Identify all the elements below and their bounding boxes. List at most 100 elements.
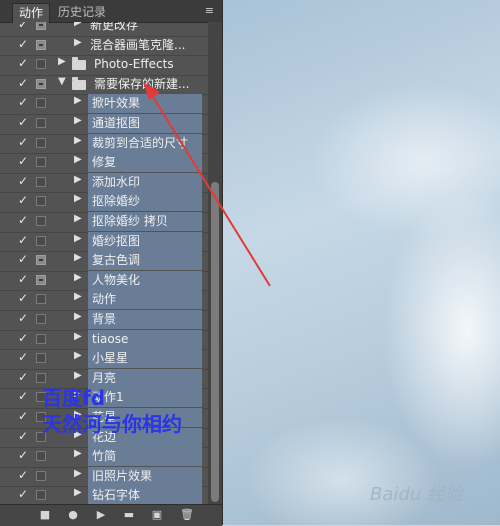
action-row[interactable]: ✓ ▶ 背景 <box>0 310 208 331</box>
toggle-checkmark-icon[interactable]: ✓ <box>16 193 30 207</box>
stop-icon[interactable]: ■ <box>38 508 52 521</box>
expand-right-icon[interactable]: ▶ <box>74 115 82 126</box>
dialog-toggle-icon[interactable] <box>36 22 46 30</box>
action-row[interactable]: ✓ ▶ 复古色调 <box>0 251 208 272</box>
record-icon[interactable]: ● <box>66 508 80 521</box>
action-row[interactable]: ✓ ▶ 裁剪到合适的尺寸 <box>0 133 208 155</box>
dialog-toggle-icon[interactable] <box>36 353 46 364</box>
expand-right-icon[interactable]: ▶ <box>58 56 66 67</box>
scrollbar-thumb[interactable] <box>211 182 219 502</box>
expand-right-icon[interactable]: ▶ <box>74 135 82 146</box>
dialog-toggle-icon[interactable] <box>36 137 46 148</box>
action-row[interactable]: ✓ ▶ Photo-Effects <box>0 55 208 76</box>
expand-right-icon[interactable]: ▶ <box>74 291 82 302</box>
dialog-toggle-icon[interactable] <box>36 176 46 187</box>
toggle-checkmark-icon[interactable]: ✓ <box>16 252 30 266</box>
toggle-checkmark-icon[interactable]: ✓ <box>16 350 30 364</box>
action-row[interactable]: ✓ ▶ 小星星 <box>0 349 208 370</box>
action-row[interactable]: ✓ ▶ 婚纱抠图 <box>0 231 208 253</box>
toggle-checkmark-icon[interactable]: ✓ <box>16 76 30 90</box>
dialog-toggle-icon[interactable] <box>36 490 46 501</box>
dialog-toggle-icon[interactable] <box>36 274 46 285</box>
dialog-toggle-icon[interactable] <box>36 39 46 50</box>
expand-down-icon[interactable]: ▼ <box>58 76 66 87</box>
expand-right-icon[interactable]: ▶ <box>74 252 82 263</box>
toggle-checkmark-icon[interactable]: ✓ <box>16 174 30 188</box>
toggle-checkmark-icon[interactable]: ✓ <box>16 22 30 31</box>
toggle-checkmark-icon[interactable]: ✓ <box>16 37 30 51</box>
toggle-checkmark-icon[interactable]: ✓ <box>16 370 30 384</box>
expand-right-icon[interactable]: ▶ <box>74 37 82 48</box>
action-row[interactable]: ✓ ▶ 新更改存 <box>0 22 208 37</box>
dialog-toggle-icon[interactable] <box>36 157 46 168</box>
expand-right-icon[interactable]: ▶ <box>74 350 82 361</box>
dialog-toggle-icon[interactable] <box>36 294 46 305</box>
expand-right-icon[interactable]: ▶ <box>74 193 82 204</box>
action-row[interactable]: ✓ ▶ 人物美化 <box>0 270 208 292</box>
toggle-checkmark-icon[interactable]: ✓ <box>16 115 30 129</box>
toggle-checkmark-icon[interactable]: ✓ <box>16 272 30 286</box>
toggle-checkmark-icon[interactable]: ✓ <box>16 311 30 325</box>
panel-menu-icon[interactable]: ≡ <box>205 4 214 17</box>
toggle-checkmark-icon[interactable]: ✓ <box>16 154 30 168</box>
toggle-checkmark-icon[interactable]: ✓ <box>16 331 30 345</box>
action-row[interactable]: ✓ ▶ 通道抠图 <box>0 114 208 135</box>
dialog-toggle-icon[interactable] <box>36 59 46 70</box>
toggle-checkmark-icon[interactable]: ✓ <box>16 487 30 501</box>
dialog-toggle-icon[interactable] <box>36 314 46 324</box>
expand-right-icon[interactable]: ▶ <box>74 487 82 498</box>
dialog-toggle-icon[interactable] <box>36 98 46 109</box>
toggle-checkmark-icon[interactable]: ✓ <box>16 95 30 109</box>
scrollbar[interactable] <box>208 22 222 504</box>
expand-right-icon[interactable]: ▶ <box>74 468 82 479</box>
dialog-toggle-icon[interactable] <box>36 216 46 226</box>
dialog-toggle-icon[interactable] <box>36 196 46 207</box>
expand-right-icon[interactable]: ▶ <box>74 154 82 165</box>
toggle-checkmark-icon[interactable]: ✓ <box>16 213 30 227</box>
dialog-toggle-icon[interactable] <box>36 235 46 246</box>
action-row[interactable]: ✓ ▶ 抠除婚纱 拷贝 <box>0 212 208 233</box>
expand-right-icon[interactable]: ▶ <box>74 370 82 381</box>
expand-right-icon[interactable]: ▶ <box>74 22 82 28</box>
action-row[interactable]: ✓ ▼ 需要保存的新建... <box>0 75 208 96</box>
toggle-checkmark-icon[interactable]: ✓ <box>16 56 30 70</box>
tab-actions[interactable]: 动作 <box>12 3 51 23</box>
action-row[interactable]: ✓ ▶ 添加水印 <box>0 172 208 194</box>
action-row[interactable]: ✓ ▶ 旧照片效果 <box>0 466 208 488</box>
tab-history[interactable]: 历史记录 <box>52 3 112 22</box>
dialog-toggle-icon[interactable] <box>36 451 46 462</box>
new-action-icon[interactable]: ▣ <box>150 508 164 521</box>
action-row[interactable]: ✓ ▶ 修复 <box>0 153 208 174</box>
action-row[interactable]: ✓ ▶ 抠除婚纱 <box>0 192 208 213</box>
toggle-checkmark-icon[interactable]: ✓ <box>16 429 30 443</box>
new-set-folder-icon[interactable]: ▬ <box>122 508 136 521</box>
expand-right-icon[interactable]: ▶ <box>74 233 82 244</box>
dialog-toggle-icon[interactable] <box>36 78 46 89</box>
expand-right-icon[interactable]: ▶ <box>74 331 82 342</box>
dialog-toggle-icon[interactable] <box>36 333 46 344</box>
action-row[interactable]: ✓ ▶ 混合器画笔克隆... <box>0 36 208 57</box>
action-row[interactable]: ✓ ▶ 掀叶效果 <box>0 94 208 115</box>
dialog-toggle-icon[interactable] <box>36 372 46 383</box>
expand-right-icon[interactable]: ▶ <box>74 311 82 322</box>
expand-right-icon[interactable]: ▶ <box>74 174 82 185</box>
play-icon[interactable]: ▶ <box>94 508 108 521</box>
delete-trash-icon[interactable]: 🗑 <box>180 508 194 521</box>
expand-right-icon[interactable]: ▶ <box>74 272 82 283</box>
toggle-checkmark-icon[interactable]: ✓ <box>16 291 30 305</box>
dialog-toggle-icon[interactable] <box>36 255 46 266</box>
toggle-checkmark-icon[interactable]: ✓ <box>16 389 30 403</box>
toggle-checkmark-icon[interactable]: ✓ <box>16 448 30 462</box>
expand-right-icon[interactable]: ▶ <box>74 448 82 459</box>
toggle-checkmark-icon[interactable]: ✓ <box>16 409 30 423</box>
expand-right-icon[interactable]: ▶ <box>74 213 82 224</box>
dialog-toggle-icon[interactable] <box>36 118 46 128</box>
toggle-checkmark-icon[interactable]: ✓ <box>16 135 30 149</box>
dialog-toggle-icon[interactable] <box>36 470 46 481</box>
action-row[interactable]: ✓ ▶ 竹简 <box>0 447 208 468</box>
toggle-checkmark-icon[interactable]: ✓ <box>16 233 30 247</box>
action-row[interactable]: ✓ ▶ 动作 <box>0 290 208 311</box>
action-row[interactable]: ✓ ▶ tiaose <box>0 329 208 351</box>
action-row[interactable]: ✓ ▶ 钻石字体 <box>0 486 208 504</box>
toggle-checkmark-icon[interactable]: ✓ <box>16 468 30 482</box>
